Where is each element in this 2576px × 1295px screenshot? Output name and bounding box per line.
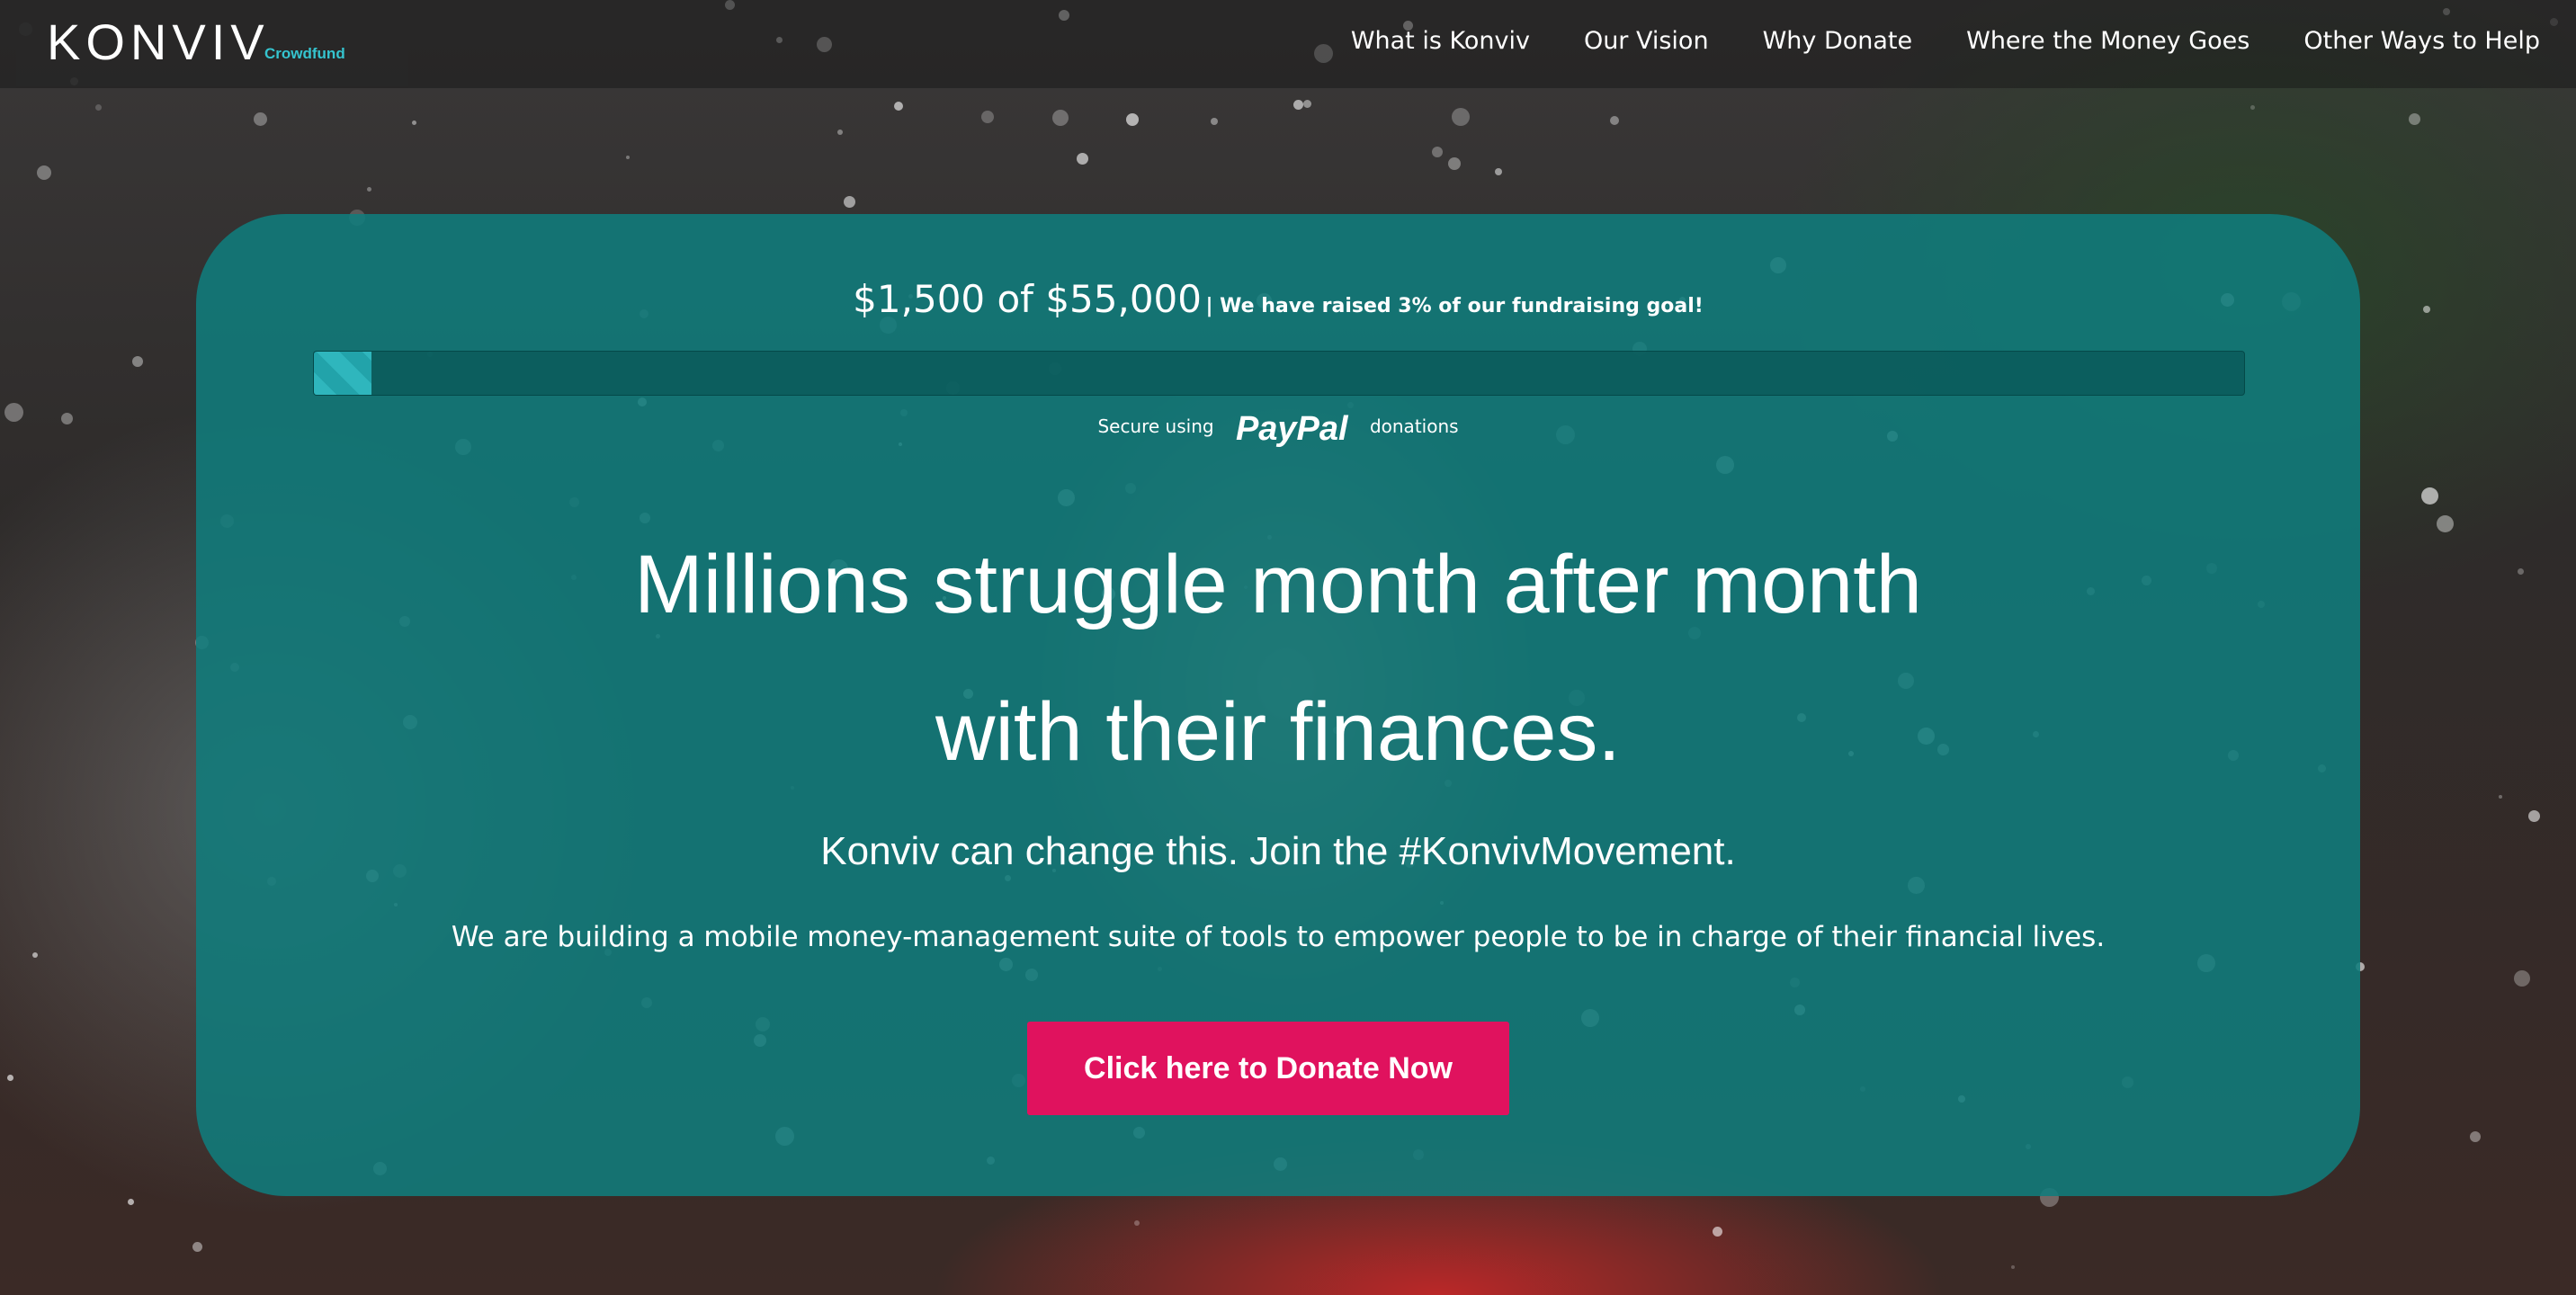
sparkle-dot	[412, 121, 416, 125]
sparkle-dot	[2437, 515, 2454, 532]
secure-suffix: donations	[1369, 415, 1459, 437]
sparkle-dot	[37, 165, 51, 180]
sparkle-dot	[1432, 147, 1443, 157]
sparkle-dot	[4, 403, 23, 422]
sparkle-dot	[1448, 157, 1461, 170]
sparkle-dot	[626, 156, 630, 159]
brand-name: KONVIV	[47, 13, 270, 70]
secure-paypal-line: Secure using PayPal donations	[196, 410, 2360, 449]
sparkle-dot	[844, 196, 855, 208]
raised-amount: $1,500 of $55,000	[853, 277, 1202, 321]
sparkle-dot	[1303, 100, 1311, 108]
sparkle-dot	[1134, 1220, 1140, 1226]
sparkle-dot	[837, 130, 843, 135]
sparkle-dot	[2518, 568, 2524, 575]
donate-now-button[interactable]: Click here to Donate Now	[1027, 1022, 1509, 1115]
brand-subtitle: Crowdfund	[264, 45, 345, 62]
sparkle-dot	[1452, 108, 1470, 126]
donation-panel: $1,500 of $55,000 | We have raised 3% of…	[196, 214, 2360, 1196]
sparkle-dot	[1077, 153, 1088, 165]
sparkle-dot	[2421, 487, 2438, 505]
sparkle-dot	[1713, 1227, 1722, 1237]
sparkle-dot	[1610, 116, 1619, 125]
sparkle-dot	[32, 952, 38, 958]
sparkle-dot	[2011, 1265, 2015, 1269]
top-navbar: KONVIV Crowdfund What is Konviv Our Visi…	[0, 0, 2576, 88]
headline-line-2: with their finances.	[935, 686, 1621, 778]
sparkle-dot	[95, 104, 102, 111]
progress-bar-fill	[314, 352, 372, 395]
sparkle-dot	[7, 1075, 13, 1081]
progress-bar	[313, 351, 2245, 396]
sparkle-dot	[61, 413, 73, 424]
sparkle-dot	[1126, 113, 1139, 126]
hero-body-text: We are building a mobile money-managemen…	[451, 921, 2106, 953]
sparkle-dot	[2409, 113, 2420, 125]
sparkle-dot	[2528, 810, 2540, 822]
sparkle-dot	[2423, 306, 2430, 313]
sparkle-dot	[192, 1242, 202, 1252]
brand-logo[interactable]: KONVIV Crowdfund	[16, 0, 408, 86]
raised-note: | We have raised 3% of our fundraising g…	[1205, 295, 1704, 317]
sparkle-dot	[1293, 100, 1303, 110]
sparkle-dot	[1495, 168, 1502, 175]
secure-prefix: Secure using	[1097, 415, 1214, 437]
sparkle-dot	[981, 111, 994, 123]
sparkle-dot	[367, 187, 371, 192]
sparkle-dot	[2470, 1131, 2481, 1142]
sparkle-dot	[894, 102, 903, 111]
paypal-logo: PayPal	[1235, 410, 1348, 448]
sparkle-dot	[1052, 110, 1069, 126]
sparkle-dot	[132, 356, 143, 367]
main-nav: What is Konviv Our Vision Why Donate Whe…	[1351, 27, 2540, 55]
sparkle-dot	[2514, 970, 2530, 987]
hero-subhead: Konviv can change this. Join the #Konviv…	[820, 829, 1736, 873]
sparkle-dot	[1211, 118, 1218, 125]
fundraising-status: $1,500 of $55,000 | We have raised 3% of…	[196, 277, 2360, 321]
nav-item-other-ways-to-help[interactable]: Other Ways to Help	[2303, 27, 2540, 55]
nav-item-what-is-konviv[interactable]: What is Konviv	[1351, 27, 1530, 55]
hero-headline: Millions struggle month after month with…	[196, 511, 2360, 806]
headline-line-1: Millions struggle month after month	[634, 539, 1922, 630]
nav-item-where-the-money-goes[interactable]: Where the Money Goes	[1966, 27, 2250, 55]
sparkle-dot	[2250, 105, 2255, 110]
sparkle-dot	[2499, 795, 2502, 799]
nav-item-why-donate[interactable]: Why Donate	[1763, 27, 1913, 55]
sparkle-dot	[254, 112, 267, 126]
nav-item-our-vision[interactable]: Our Vision	[1584, 27, 1709, 55]
sparkle-dot	[128, 1199, 134, 1205]
